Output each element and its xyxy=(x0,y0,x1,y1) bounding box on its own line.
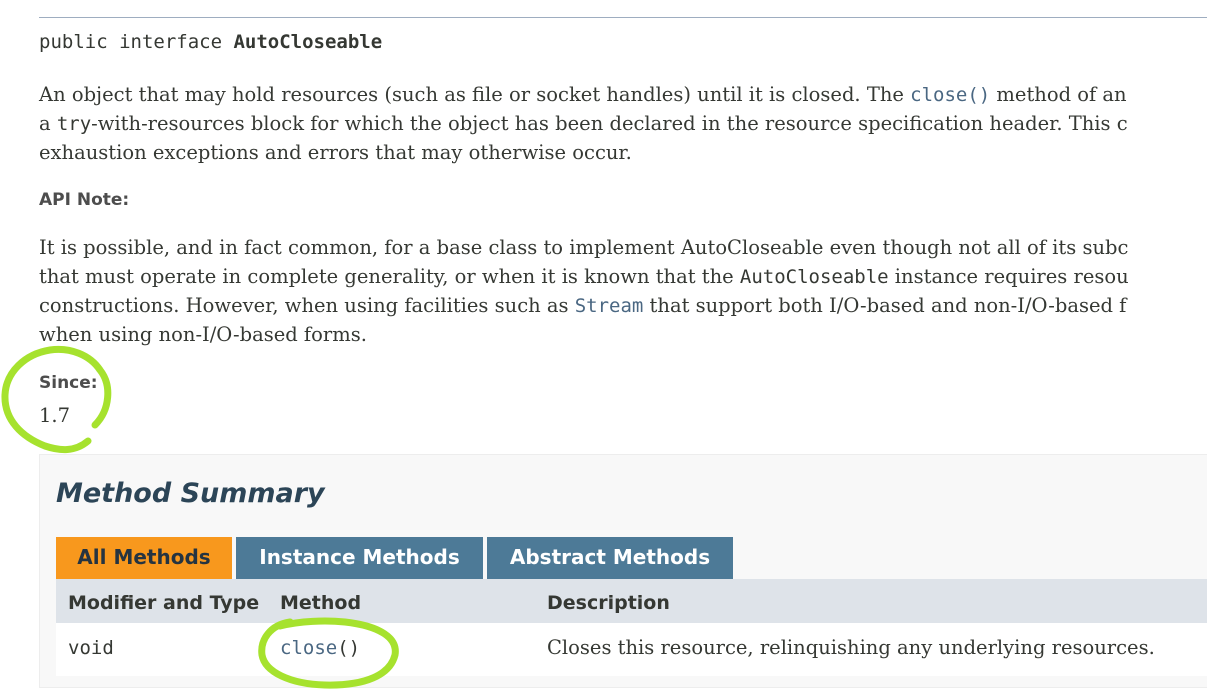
interface-name: AutoCloseable xyxy=(233,31,383,53)
autocloseable-code: AutoCloseable xyxy=(739,266,889,288)
api-note-text: that must operate in complete generality… xyxy=(39,265,740,288)
api-note-text: constructions. However, when using facil… xyxy=(39,294,575,317)
description-cell: Closes this resource, relinquishing any … xyxy=(547,636,1155,659)
since-label: Since: xyxy=(39,373,98,393)
tab-abstract-methods[interactable]: Abstract Methods xyxy=(487,537,733,579)
column-header-modifier: Modifier and Type xyxy=(68,592,260,614)
method-summary-title: Method Summary xyxy=(56,478,325,509)
description-text: method of an xyxy=(990,83,1127,106)
since-value: 1.7 xyxy=(39,404,71,427)
close-method-row-link[interactable]: close xyxy=(280,637,337,659)
try-keyword: try xyxy=(56,113,92,135)
description-text: -with-resources block for which the obje… xyxy=(91,112,1128,135)
method-cell: close() xyxy=(280,637,360,659)
api-note-line-3: constructions. However, when using facil… xyxy=(39,291,1126,321)
class-signature: public interface AutoCloseable xyxy=(39,31,382,53)
description-line-2: a try-with-resources block for which the… xyxy=(39,109,1128,139)
tab-all-methods[interactable]: All Methods xyxy=(56,537,232,579)
api-note-line-1: It is possible, and in fact common, for … xyxy=(39,236,1129,259)
description-line-1: An object that may hold resources (such … xyxy=(39,80,1127,110)
header-divider xyxy=(39,17,1207,18)
method-parens: () xyxy=(337,637,361,659)
api-note-line-2: that must operate in complete generality… xyxy=(39,262,1129,292)
tab-instance-methods[interactable]: Instance Methods xyxy=(236,537,483,579)
modifier-cell: void xyxy=(68,637,114,659)
signature-prefix: public interface xyxy=(39,31,234,53)
close-method-link[interactable]: close() xyxy=(910,84,990,106)
description-text: a xyxy=(39,112,57,135)
api-note-line-4: when using non-I/O-based forms. xyxy=(39,323,367,346)
api-note-label: API Note: xyxy=(39,190,130,210)
description-text: An object that may hold resources (such … xyxy=(39,83,911,106)
column-header-method: Method xyxy=(280,592,362,614)
api-note-text: instance requires resou xyxy=(888,265,1129,288)
api-note-text: that support both I/O-based and non-I/O-… xyxy=(643,294,1127,317)
since-highlight-circle xyxy=(1,345,112,454)
stream-link[interactable]: Stream xyxy=(575,295,644,317)
column-header-description: Description xyxy=(547,592,670,614)
description-line-3: exhaustion exceptions and errors that ma… xyxy=(39,141,632,164)
